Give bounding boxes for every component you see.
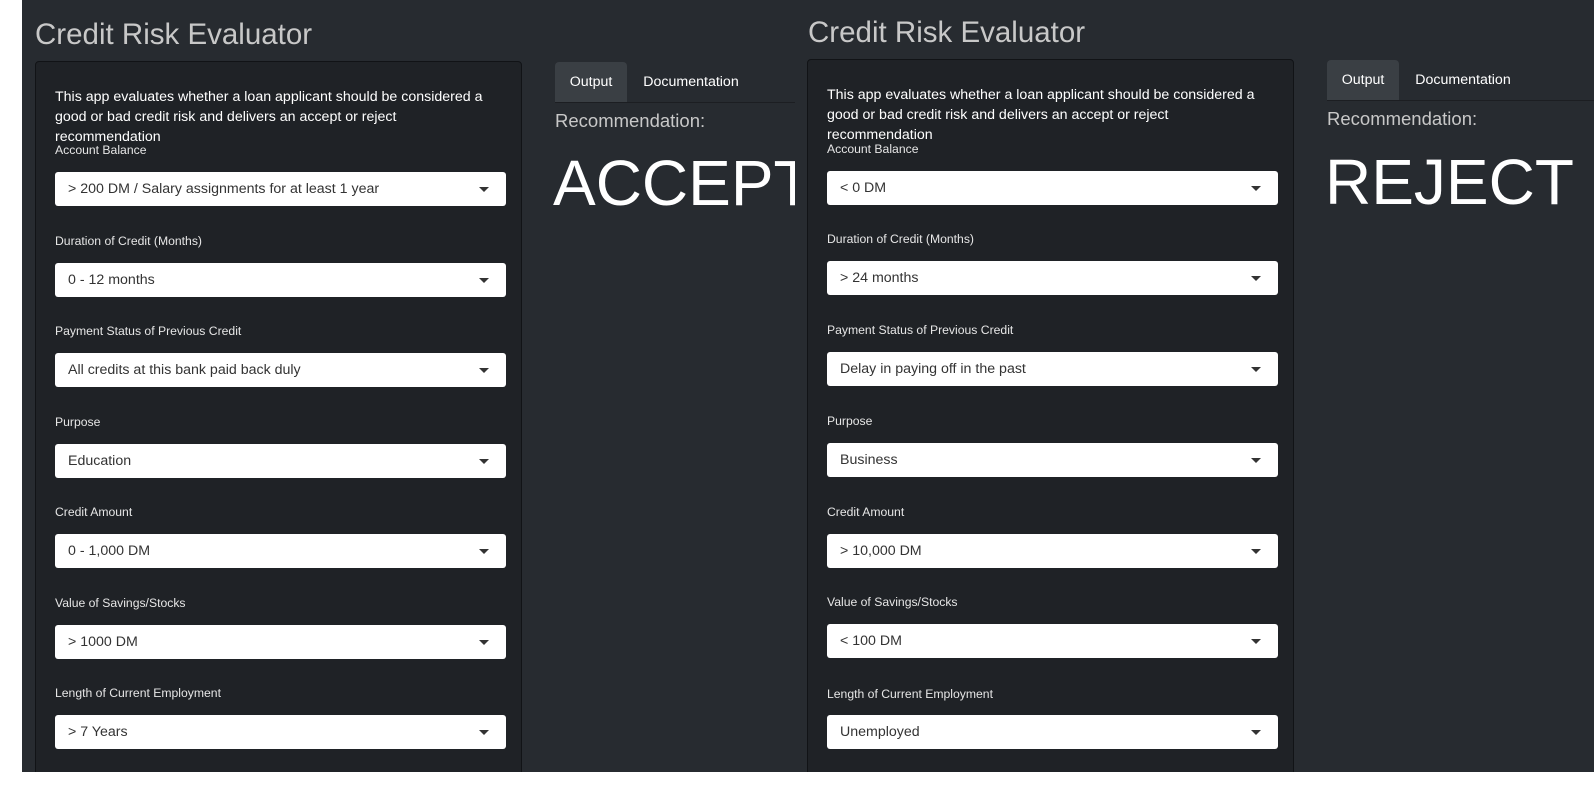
savings-value: < 100 DM (840, 633, 902, 649)
account-balance-select[interactable]: < 0 DM (827, 171, 1278, 205)
caret-down-icon (1251, 730, 1261, 735)
main-tabs: Output Documentation (1327, 60, 1594, 101)
caret-down-icon (479, 549, 489, 554)
caret-down-icon (479, 640, 489, 645)
purpose-label: Purpose (55, 415, 101, 429)
input-panel: This app evaluates whether a loan applic… (35, 61, 522, 772)
credit-duration-label: Duration of Credit (Months) (55, 234, 202, 248)
payment-status-select[interactable]: Delay in paying off in the past (827, 352, 1278, 386)
credit-duration-value: > 24 months (840, 270, 919, 286)
purpose-value: Business (840, 452, 898, 468)
recommendation-label: Recommendation: (555, 110, 706, 131)
account-balance-label: Account Balance (827, 142, 919, 156)
app-description: This app evaluates whether a loan applic… (55, 89, 483, 145)
credit-duration-value: 0 - 12 months (68, 272, 155, 288)
caret-down-icon (479, 730, 489, 735)
main-tabs: Output Documentation (555, 62, 795, 103)
credit-duration-select[interactable]: 0 - 12 months (55, 263, 506, 297)
caret-down-icon (1251, 639, 1261, 644)
credit-amount-label: Credit Amount (55, 505, 133, 519)
savings-label: Value of Savings/Stocks (827, 595, 958, 609)
savings-select[interactable]: < 100 DM (827, 624, 1278, 658)
purpose-select[interactable]: Education (55, 444, 506, 478)
recommendation-label: Recommendation: (1327, 108, 1478, 129)
credit-amount-label: Credit Amount (827, 505, 905, 519)
payment-status-value: All credits at this bank paid back duly (68, 362, 301, 378)
input-panel: This app evaluates whether a loan applic… (807, 59, 1294, 772)
caret-down-icon (1251, 367, 1261, 372)
tab-documentation[interactable]: Documentation (1399, 60, 1527, 100)
credit-risk-app-accept: Credit Risk Evaluator This app evaluates… (22, 0, 795, 772)
payment-status-select[interactable]: All credits at this bank paid back duly (55, 353, 506, 387)
purpose-value: Education (68, 453, 132, 469)
employment-length-value: Unemployed (840, 724, 920, 740)
tab-output[interactable]: Output (555, 62, 627, 102)
account-balance-select[interactable]: > 200 DM / Salary assignments for at lea… (55, 172, 506, 206)
account-balance-label: Account Balance (55, 143, 147, 157)
caret-down-icon (479, 187, 489, 192)
credit-amount-value: 0 - 1,000 DM (68, 543, 151, 559)
recommendation-result: REJECT (1325, 146, 1574, 218)
tab-output[interactable]: Output (1327, 60, 1399, 100)
window-bottom-edge (0, 772, 1594, 785)
employment-length-select[interactable]: Unemployed (827, 715, 1278, 749)
recommendation-result: ACCEPT (553, 147, 795, 219)
employment-length-select[interactable]: > 7 Years (55, 715, 506, 749)
savings-value: > 1000 DM (68, 634, 138, 650)
window-left-edge (0, 0, 22, 785)
tab-documentation[interactable]: Documentation (627, 62, 755, 102)
account-balance-value: > 200 DM / Salary assignments for at lea… (68, 181, 380, 197)
purpose-label: Purpose (827, 414, 873, 428)
savings-select[interactable]: > 1000 DM (55, 625, 506, 659)
account-balance-value: < 0 DM (840, 180, 887, 196)
caret-down-icon (1251, 549, 1261, 554)
payment-status-label: Payment Status of Previous Credit (55, 324, 242, 338)
app-title: Credit Risk Evaluator (35, 18, 313, 51)
employment-length-label: Length of Current Employment (827, 687, 993, 701)
credit-amount-select[interactable]: > 10,000 DM (827, 534, 1278, 568)
caret-down-icon (479, 459, 489, 464)
employment-length-value: > 7 Years (68, 724, 128, 740)
purpose-select[interactable]: Business (827, 443, 1278, 477)
caret-down-icon (1251, 276, 1261, 281)
payment-status-label: Payment Status of Previous Credit (827, 323, 1014, 337)
app-title: Credit Risk Evaluator (808, 16, 1086, 49)
credit-amount-value: > 10,000 DM (840, 543, 922, 559)
payment-status-value: Delay in paying off in the past (840, 361, 1026, 377)
caret-down-icon (479, 368, 489, 373)
credit-risk-app-reject: Credit Risk Evaluator This app evaluates… (795, 0, 1594, 772)
caret-down-icon (479, 278, 489, 283)
savings-label: Value of Savings/Stocks (55, 596, 186, 610)
credit-amount-select[interactable]: 0 - 1,000 DM (55, 534, 506, 568)
app-description: This app evaluates whether a loan applic… (827, 87, 1255, 143)
caret-down-icon (1251, 458, 1261, 463)
caret-down-icon (1251, 186, 1261, 191)
credit-duration-label: Duration of Credit (Months) (827, 232, 974, 246)
credit-duration-select[interactable]: > 24 months (827, 261, 1278, 295)
employment-length-label: Length of Current Employment (55, 686, 221, 700)
